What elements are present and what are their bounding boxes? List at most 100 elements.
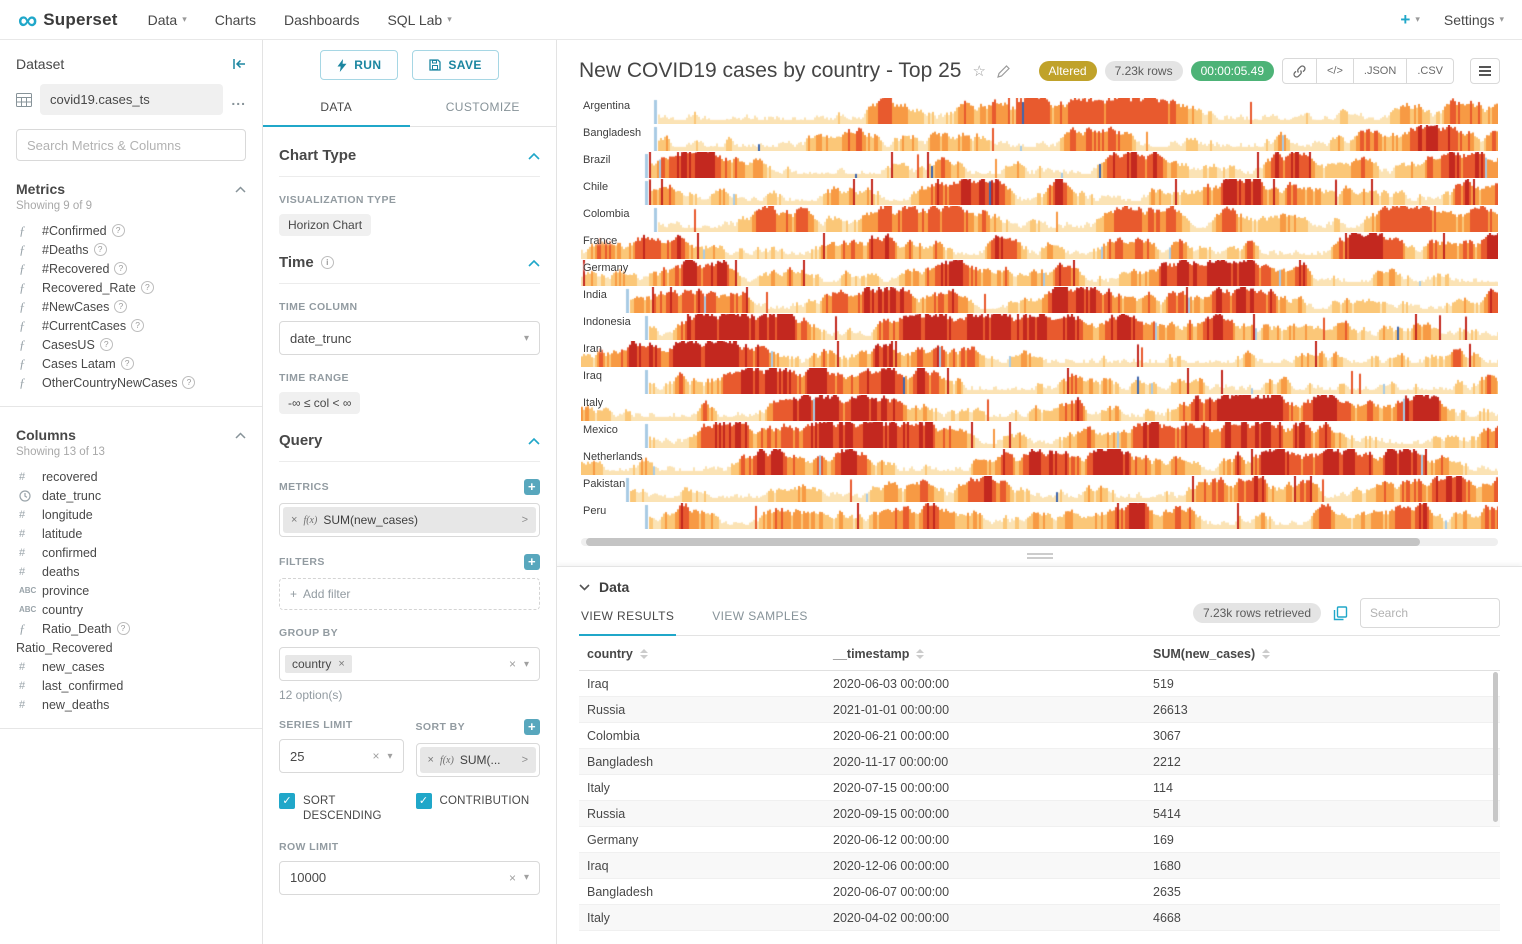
group-by-pill[interactable]: country × — [285, 655, 352, 673]
table-column-header[interactable]: __timestamp — [825, 638, 1145, 670]
remove-sort-by-icon[interactable]: × — [428, 754, 434, 766]
help-icon[interactable]: ? — [94, 243, 107, 256]
horizon-series-row[interactable]: France — [581, 233, 1498, 260]
chevron-up-icon[interactable] — [528, 259, 540, 267]
horizon-series-row[interactable]: India — [581, 287, 1498, 314]
save-button[interactable]: SAVE — [412, 50, 498, 80]
help-icon[interactable]: ? — [141, 281, 154, 294]
metric-item[interactable]: ƒ#Recovered? — [16, 259, 246, 278]
superset-logo[interactable]: ∞ Superset — [18, 6, 118, 34]
nav-item-charts[interactable]: Charts — [215, 12, 256, 28]
add-metric-button[interactable]: + — [524, 479, 540, 495]
horizon-series-row[interactable]: Brazil — [581, 152, 1498, 179]
table-vertical-scrollbar[interactable] — [1493, 672, 1498, 822]
column-item[interactable]: #latitude — [16, 524, 246, 543]
query-header[interactable]: Query — [279, 432, 540, 462]
panel-resize-handle[interactable] — [557, 546, 1522, 566]
column-item[interactable]: date_trunc — [16, 486, 246, 505]
table-column-header[interactable]: country — [579, 638, 825, 670]
copy-to-clipboard-icon[interactable] — [1333, 606, 1348, 621]
help-icon[interactable]: ? — [131, 319, 144, 332]
contribution-checkbox[interactable]: ✓ CONTRIBUTION — [416, 793, 541, 824]
nav-item-data[interactable]: Data▾ — [148, 12, 187, 28]
series-limit-select[interactable]: 25 × ▾ — [279, 739, 404, 773]
chevron-down-icon[interactable] — [579, 584, 590, 591]
metric-item[interactable]: ƒ#NewCases? — [16, 297, 246, 316]
column-item[interactable]: #longitude — [16, 505, 246, 524]
tab-customize[interactable]: CUSTOMIZE — [410, 89, 557, 126]
table-row[interactable]: Germany2020-06-12 00:00:00169 — [579, 827, 1500, 853]
column-item[interactable]: #new_cases — [16, 657, 246, 676]
add-filter-box[interactable]: + Add filter — [279, 578, 540, 610]
time-range-value[interactable]: -∞ ≤ col < ∞ — [279, 392, 360, 414]
column-item[interactable]: Ratio_Recovered — [16, 638, 246, 657]
altered-badge[interactable]: Altered — [1039, 61, 1097, 81]
metric-item[interactable]: ƒ#Confirmed? — [16, 221, 246, 240]
collapse-panel-icon[interactable] — [232, 58, 246, 70]
metric-item[interactable]: ƒOtherCountryNewCases? — [16, 373, 246, 392]
metric-item[interactable]: ƒ#Deaths? — [16, 240, 246, 259]
table-row[interactable]: Russia2021-01-01 00:00:0026613 — [579, 697, 1500, 723]
chevron-up-icon[interactable] — [528, 437, 540, 445]
viz-type-value[interactable]: Horizon Chart — [279, 214, 371, 236]
table-row[interactable]: Iraq2020-06-03 00:00:00519 — [579, 671, 1500, 697]
tab-view-samples[interactable]: VIEW SAMPLES — [710, 597, 810, 635]
column-item[interactable]: ABCcountry — [16, 600, 246, 619]
chart-horizontal-scrollbar[interactable] — [581, 538, 1498, 546]
group-by-select[interactable]: country × × ▾ — [279, 647, 540, 681]
metric-pill[interactable]: × f(x) SUM(new_cases) > — [283, 507, 536, 533]
row-limit-select[interactable]: 10000 × ▾ — [279, 861, 540, 895]
column-item[interactable]: ƒRatio_Death? — [16, 619, 246, 638]
run-button[interactable]: RUN — [320, 50, 398, 80]
nav-item-dashboards[interactable]: Dashboards — [284, 12, 360, 28]
horizon-series-row[interactable]: Indonesia — [581, 314, 1498, 341]
table-row[interactable]: Iraq2020-12-06 00:00:001680 — [579, 853, 1500, 879]
metric-item[interactable]: ƒCasesUS? — [16, 335, 246, 354]
column-item[interactable]: #new_deaths — [16, 695, 246, 714]
horizon-series-row[interactable]: Chile — [581, 179, 1498, 206]
column-item[interactable]: #recovered — [16, 467, 246, 486]
table-row[interactable]: Italy2020-04-02 00:00:004668 — [579, 905, 1500, 931]
horizon-series-row[interactable]: Colombia — [581, 206, 1498, 233]
table-row[interactable]: Russia2020-09-15 00:00:005414 — [579, 801, 1500, 827]
results-search-input[interactable] — [1360, 598, 1500, 628]
horizon-series-row[interactable]: Germany — [581, 260, 1498, 287]
horizon-series-row[interactable]: Peru — [581, 503, 1498, 530]
scrollbar-thumb[interactable] — [586, 538, 1420, 546]
dataset-name[interactable]: covid19.cases_ts — [40, 84, 223, 115]
horizon-series-row[interactable]: Bangladesh — [581, 125, 1498, 152]
nav-item-sql-lab[interactable]: SQL Lab▾ — [387, 12, 451, 28]
clear-icon[interactable]: × — [509, 871, 516, 885]
metric-item[interactable]: ƒCases Latam? — [16, 354, 246, 373]
remove-metric-icon[interactable]: × — [291, 514, 297, 526]
column-item[interactable]: ABCprovince — [16, 581, 246, 600]
sort-icon[interactable] — [640, 649, 648, 659]
column-item[interactable]: #last_confirmed — [16, 676, 246, 695]
embed-code-button[interactable]: </> — [1317, 58, 1354, 84]
help-icon[interactable]: ? — [117, 622, 130, 635]
horizon-series-row[interactable]: Iran — [581, 341, 1498, 368]
more-options-menu-icon[interactable] — [1470, 58, 1500, 84]
checkbox-checked-icon[interactable]: ✓ — [279, 793, 295, 809]
help-icon[interactable]: ? — [112, 224, 125, 237]
edit-title-icon[interactable] — [997, 65, 1010, 78]
export-csv-button[interactable]: .CSV — [1407, 58, 1454, 84]
horizon-series-row[interactable]: Netherlands — [581, 449, 1498, 476]
metrics-section-header[interactable]: Metrics — [16, 181, 246, 197]
help-icon[interactable]: ? — [121, 357, 134, 370]
help-icon[interactable]: ? — [114, 300, 127, 313]
horizon-series-row[interactable]: Argentina — [581, 98, 1498, 125]
chevron-up-icon[interactable] — [235, 186, 246, 193]
add-sort-by-button[interactable]: + — [524, 719, 540, 735]
table-row[interactable]: Italy2020-07-15 00:00:00114 — [579, 775, 1500, 801]
horizon-series-row[interactable]: Iraq — [581, 368, 1498, 395]
clear-icon[interactable]: × — [509, 657, 516, 671]
sort-icon[interactable] — [916, 649, 924, 659]
new-item-button[interactable]: + ▾ — [1400, 10, 1419, 30]
results-panel-header[interactable]: Data — [579, 579, 1500, 595]
time-column-select[interactable]: date_trunc ▾ — [279, 321, 540, 355]
horizon-chart[interactable]: ArgentinaBangladeshBrazilChileColombiaFr… — [581, 98, 1498, 530]
column-item[interactable]: #confirmed — [16, 543, 246, 562]
checkbox-checked-icon[interactable]: ✓ — [416, 793, 432, 809]
export-json-button[interactable]: .JSON — [1354, 58, 1407, 84]
